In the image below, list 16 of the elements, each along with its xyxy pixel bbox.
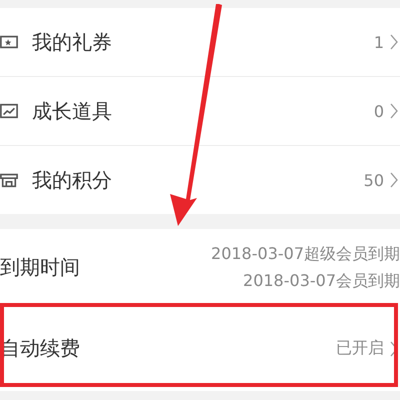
menu-value: 50 bbox=[364, 170, 384, 190]
menu-label: 我的礼券 bbox=[32, 28, 112, 56]
expiry-label: 到期时间 bbox=[0, 254, 80, 281]
expiry-date: 2018-03-07会员到期 bbox=[243, 270, 400, 292]
ticket-icon bbox=[0, 34, 18, 50]
shop-icon bbox=[0, 172, 18, 188]
chevron-icon bbox=[390, 103, 398, 119]
auto-renew-status: 已开启 bbox=[336, 338, 384, 359]
chevron-icon bbox=[390, 34, 398, 50]
chevron-icon bbox=[390, 172, 398, 188]
menu-label: 我的积分 bbox=[32, 166, 112, 194]
menu-value: 0 bbox=[374, 102, 384, 120]
menu-label: 成长道具 bbox=[32, 98, 112, 124]
menu-value: 1 bbox=[374, 32, 384, 52]
chart-icon bbox=[0, 103, 18, 119]
expiry-date: 2018-03-07超级会员到期 bbox=[211, 244, 400, 264]
